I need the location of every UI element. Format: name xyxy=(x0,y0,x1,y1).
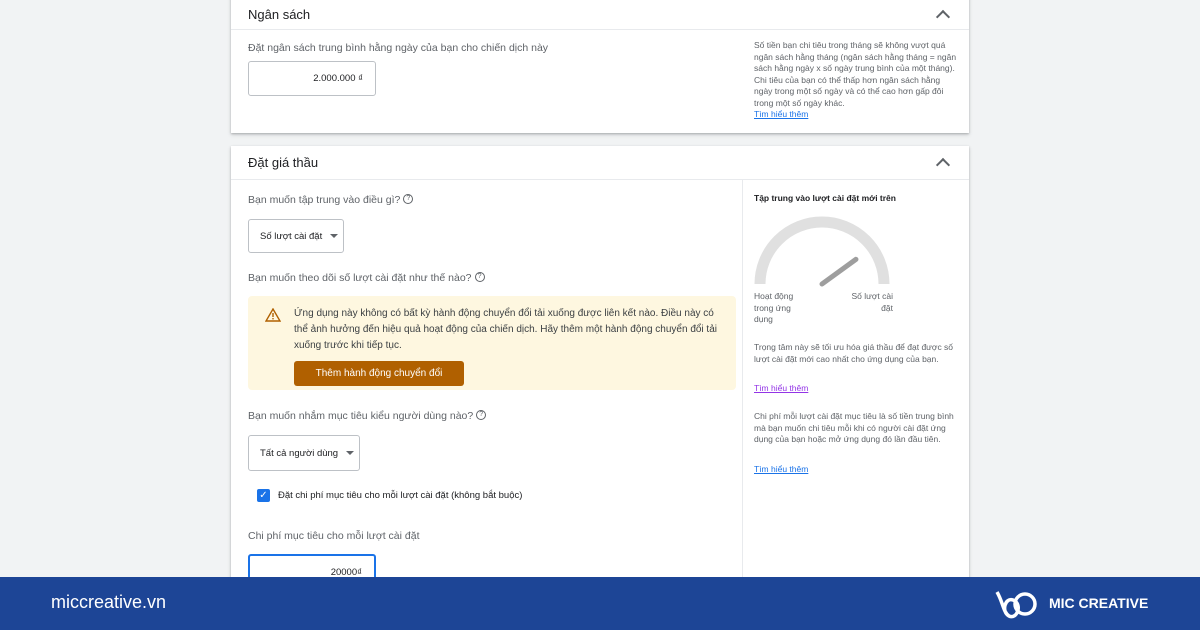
warning-icon xyxy=(265,308,281,322)
budget-input[interactable]: 2.000.000 ₫ xyxy=(248,61,376,96)
focus-dropdown[interactable]: Số lượt cài đặt xyxy=(248,219,344,253)
help-icon[interactable]: ? xyxy=(476,410,487,420)
budget-label: Đặt ngân sách trung bình hằng ngày của b… xyxy=(248,42,549,54)
learn-more-link[interactable]: Tìm hiểu thêm xyxy=(754,464,959,476)
bidding-header[interactable]: Đặt giá thầu xyxy=(231,146,969,180)
bidding-card: Đặt giá thầu Bạn muốn tập trung vào điều… xyxy=(231,146,969,590)
budget-help: Số tiền bạn chi tiêu trong tháng sẽ khôn… xyxy=(754,40,959,121)
add-conversion-button[interactable]: Thêm hành động chuyển đổi xyxy=(294,361,464,386)
learn-more-link[interactable]: Tìm hiểu thêm xyxy=(754,383,959,395)
side-desc-1: Trọng tâm này sẽ tối ưu hóa giá thầu để … xyxy=(754,342,954,364)
target-dropdown[interactable]: Tất cả người dùng xyxy=(248,435,360,471)
footer-bar: miccreative.vn MIC CREATIVE xyxy=(0,577,1200,630)
target-question: Bạn muốn nhắm mục tiêu kiểu người dùng n… xyxy=(248,410,487,422)
mic-logo-icon xyxy=(995,591,1037,619)
help-icon[interactable]: ? xyxy=(474,272,485,282)
gauge-arc xyxy=(754,216,890,285)
chevron-up-icon[interactable] xyxy=(935,9,951,25)
warning-banner: Ứng dụng này không có bất kỳ hành động c… xyxy=(248,296,736,390)
site-url[interactable]: miccreative.vn xyxy=(51,592,166,613)
focus-gauge xyxy=(754,216,890,287)
divider xyxy=(742,180,743,590)
learn-more-link[interactable]: Tìm hiểu thêm xyxy=(754,109,808,119)
brand-name: MIC CREATIVE xyxy=(1049,595,1149,611)
gauge-left-label: Hoạt động trong ứng dụng xyxy=(754,291,794,324)
section-title: Đặt giá thầu xyxy=(248,155,319,170)
checkbox-label: Đặt chi phí mục tiêu cho mỗi lượt cài đặ… xyxy=(278,490,523,501)
side-desc-2: Chi phí mỗi lượt cài đặt mục tiêu là số … xyxy=(754,411,954,444)
budget-header[interactable]: Ngân sách xyxy=(231,0,969,30)
help-icon[interactable]: ? xyxy=(403,194,414,204)
budget-card: Ngân sách Đặt ngân sách trung bình hằng … xyxy=(231,0,969,133)
caret-down-icon xyxy=(330,234,339,238)
side-title: Tập trung vào lượt cài đặt mới trên xyxy=(754,193,896,203)
help-text: Số tiền bạn chi tiêu trong tháng sẽ khôn… xyxy=(754,40,957,108)
cpi-label: Chi phí mục tiêu cho mỗi lượt cài đặt xyxy=(248,530,420,542)
cpi-checkbox[interactable]: ✓ xyxy=(257,489,270,502)
section-title: Ngân sách xyxy=(248,7,311,22)
gauge-right-label: Số lượt cài đặt xyxy=(851,291,894,313)
gauge-needle xyxy=(819,256,859,287)
track-question: Bạn muốn theo dõi số lượt cài đặt như th… xyxy=(248,272,485,284)
focus-question: Bạn muốn tập trung vào điều gì?? xyxy=(248,194,414,206)
warning-text: Ứng dụng này không có bất kỳ hành động c… xyxy=(294,308,717,351)
chevron-up-icon[interactable] xyxy=(935,157,951,173)
caret-down-icon xyxy=(346,451,355,455)
